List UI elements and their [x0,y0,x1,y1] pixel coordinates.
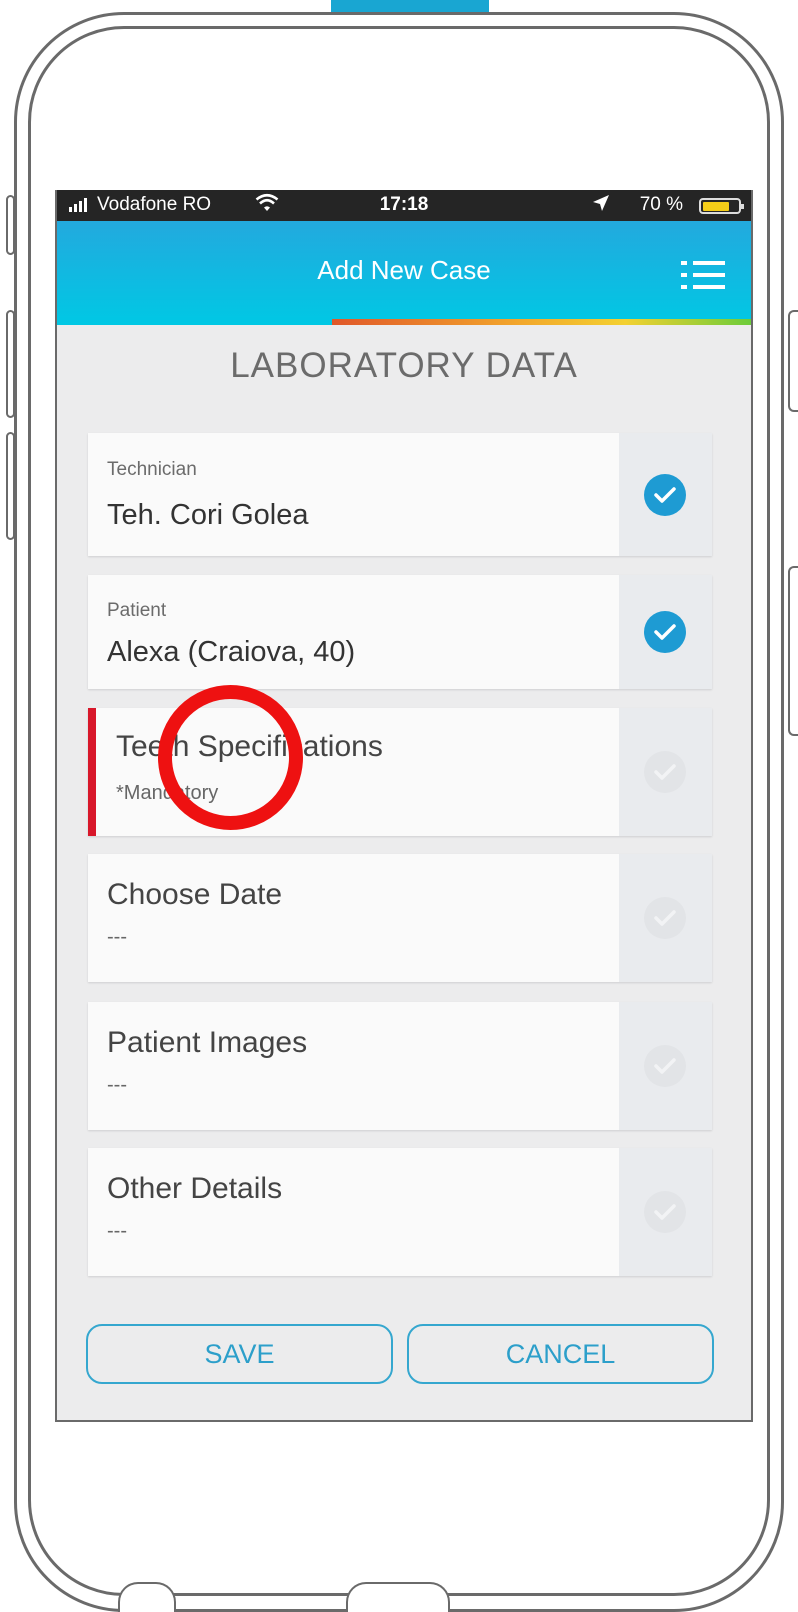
check-circle-icon [644,1191,686,1233]
teeth-specifications-field[interactable]: Teeth Specifications *Mandatory [88,708,712,836]
phone-volume-down-button [6,432,15,540]
phone-volume-up-button [6,310,15,418]
check-circle-icon [644,751,686,793]
patient-images-field[interactable]: Patient Images --- [88,1002,712,1130]
app-screen: Vodafone RO 17:18 70 % Add New Case LABO… [55,190,753,1422]
choose-date-field[interactable]: Choose Date --- [88,854,712,982]
patient-images-value: --- [107,1074,127,1096]
phone-bottom-detail-left [118,1582,176,1612]
check-circle-icon [644,611,686,653]
status-column [619,575,712,689]
check-circle-icon [644,1045,686,1087]
other-details-field[interactable]: Other Details --- [88,1148,712,1276]
status-column [619,1002,712,1130]
technician-field[interactable]: Technician Teh. Cori Golea [88,433,712,556]
page-title: Add New Case [317,255,491,285]
location-arrow-icon [591,193,611,219]
battery-percent: 70 % [639,194,683,215]
patient-images-label: Patient Images [107,1026,308,1059]
list-menu-icon[interactable] [681,257,725,293]
mandatory-hint: *Mandatory [116,782,219,804]
phone-side-button [788,566,798,736]
status-bar: Vodafone RO 17:18 70 % [57,190,751,221]
other-details-label: Other Details [107,1172,283,1205]
required-marker [88,708,96,836]
cancel-button[interactable]: CANCEL [407,1324,714,1384]
other-details-value: --- [107,1220,127,1242]
choose-date-value: --- [107,926,127,948]
status-column [619,708,712,836]
patient-value: Alexa (Craiova, 40) [107,636,356,668]
status-column [619,854,712,982]
app-header: Add New Case [57,221,751,325]
progress-bar [332,319,751,325]
status-column [619,1148,712,1276]
check-circle-icon [644,897,686,939]
battery-icon [699,198,744,214]
patient-label: Patient [107,600,167,621]
phone-mute-switch [6,195,15,255]
save-button[interactable]: SAVE [86,1324,393,1384]
check-circle-icon [644,474,686,516]
section-title: LABORATORY DATA [230,346,578,385]
patient-field[interactable]: Patient Alexa (Craiova, 40) [88,575,712,689]
phone-power-button [788,310,798,412]
phone-bottom-detail-center [346,1582,450,1612]
teeth-specifications-label: Teeth Specifications [116,730,383,763]
status-column [619,433,712,556]
choose-date-label: Choose Date [107,878,283,911]
technician-value: Teh. Cori Golea [107,499,309,531]
technician-label: Technician [107,459,197,480]
